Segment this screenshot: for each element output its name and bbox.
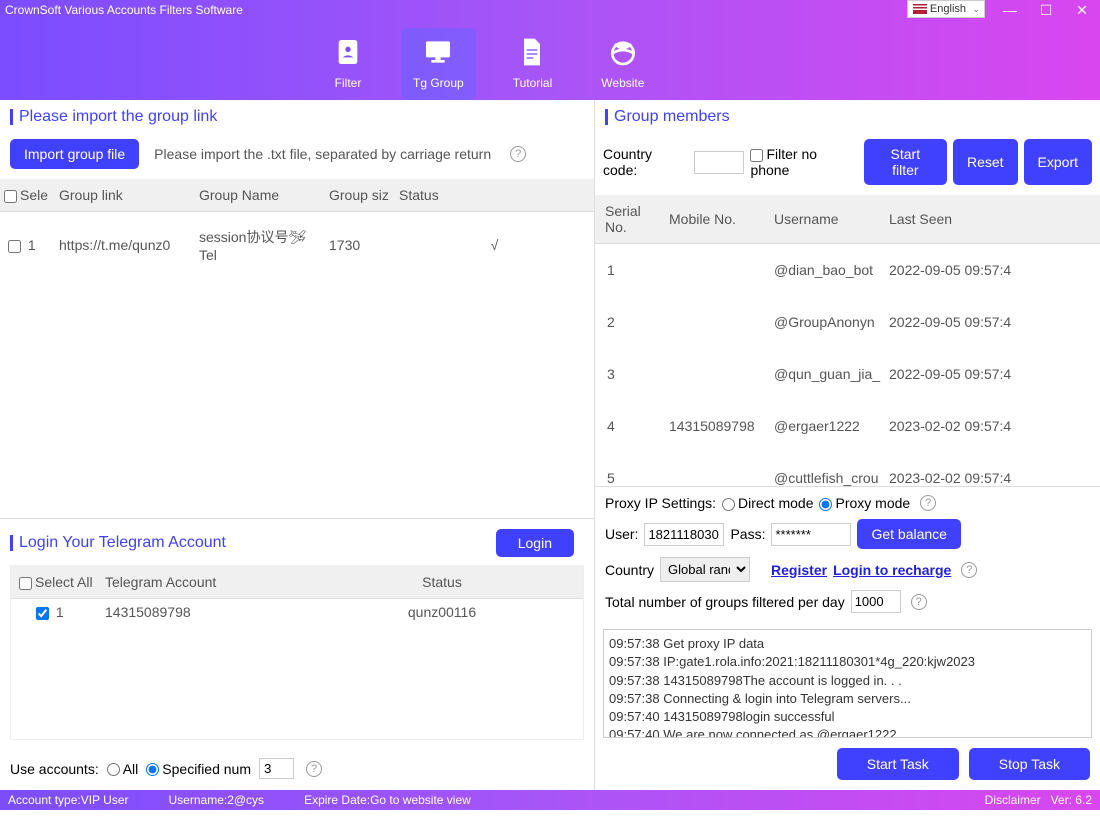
table-row[interactable]: 3@qun_guan_jia_2022-09-05 09:57:4	[595, 348, 1100, 400]
document-icon	[516, 36, 548, 68]
app-title: CrownSoft Various Accounts Filters Softw…	[5, 3, 243, 17]
radio-direct-mode[interactable]: Direct mode	[722, 495, 813, 511]
filter-no-phone-checkbox[interactable]: Filter no phone	[750, 146, 857, 178]
user-label: User:	[605, 526, 638, 542]
export-button[interactable]: Export	[1024, 139, 1092, 185]
members-section-header: Group members	[595, 100, 1100, 134]
import-hint: Please import the .txt file, separated b…	[154, 146, 491, 162]
select-all-groups-checkbox[interactable]	[4, 190, 17, 203]
log-line: 09:57:38 Get proxy IP data	[609, 635, 1086, 653]
globe-icon	[607, 36, 639, 68]
minimize-button[interactable]: —	[992, 0, 1028, 20]
row-checkbox[interactable]	[8, 240, 21, 253]
chevron-down-icon: ⌄	[972, 4, 980, 15]
reset-button[interactable]: Reset	[953, 139, 1018, 185]
monitor-icon	[422, 36, 454, 68]
row-checkbox[interactable]	[36, 607, 49, 620]
country-code-label: Country code:	[603, 146, 688, 178]
table-row[interactable]: 1 https://t.me/qunz0session协议号🛩Tel1730√	[0, 212, 594, 279]
titlebar: CrownSoft Various Accounts Filters Softw…	[0, 0, 1100, 20]
status-username: Username:2@cys	[169, 793, 265, 807]
pass-label: Pass:	[730, 526, 765, 542]
status-version: Ver: 6.2	[1051, 793, 1092, 807]
log-line: 09:57:38 14315089798The account is logge…	[609, 672, 1086, 690]
contacts-icon	[332, 36, 364, 68]
help-icon[interactable]: ?	[961, 562, 977, 578]
navbar: Filter Tg Group Tutorial Website	[0, 20, 1100, 100]
register-link[interactable]: Register	[771, 562, 827, 578]
country-select[interactable]: Global randc	[660, 557, 750, 582]
status-account-type: Account type:VIP User	[8, 793, 129, 807]
help-icon[interactable]: ?	[911, 594, 927, 610]
log-line: 09:57:40 14315089798login successful	[609, 708, 1086, 726]
get-balance-button[interactable]: Get balance	[857, 519, 961, 549]
login-table: Select All Telegram Account Status 1 143…	[11, 566, 583, 625]
radio-specified[interactable]: Specified num	[146, 761, 251, 777]
status-expire: Expire Date:Go to website view	[304, 793, 471, 807]
country-label: Country	[605, 562, 654, 578]
start-task-button[interactable]: Start Task	[837, 748, 959, 780]
table-row[interactable]: 1 14315089798 qunz00116	[11, 599, 583, 626]
members-table: Serial No. Mobile No. Username Last Seen…	[595, 195, 1100, 487]
language-selector[interactable]: English ⌄	[907, 0, 985, 18]
proxy-user-input[interactable]	[644, 523, 724, 546]
help-icon[interactable]: ?	[510, 146, 526, 162]
status-disclaimer[interactable]: Disclaimer	[985, 793, 1041, 807]
nav-tutorial[interactable]: Tutorial	[501, 28, 565, 100]
nav-website[interactable]: Website	[589, 28, 656, 100]
proxy-settings-label: Proxy IP Settings:	[605, 495, 716, 511]
table-row[interactable]: 1@dian_bao_bot2022-09-05 09:57:4	[595, 244, 1100, 297]
maximize-button[interactable]: ☐	[1028, 0, 1064, 20]
select-all-accounts-checkbox[interactable]	[19, 577, 32, 590]
nav-filter[interactable]: Filter	[320, 28, 376, 100]
table-row[interactable]: 414315089798@ergaer12222023-02-02 09:57:…	[595, 400, 1100, 452]
total-groups-input[interactable]	[851, 590, 901, 613]
log-area: 09:57:38 Get proxy IP data09:57:38 IP:ga…	[603, 629, 1092, 738]
log-line: 09:57:40 We are now connected as @ergaer…	[609, 726, 1086, 738]
window-controls: — ☐ ✕	[992, 0, 1100, 20]
import-group-file-button[interactable]: Import group file	[10, 139, 139, 169]
recharge-link[interactable]: Login to recharge	[833, 562, 951, 578]
log-line: 09:57:38 Connecting & login into Telegra…	[609, 690, 1086, 708]
help-icon[interactable]: ?	[306, 761, 322, 777]
stop-task-button[interactable]: Stop Task	[969, 748, 1090, 780]
use-accounts-label: Use accounts:	[10, 761, 99, 777]
table-row[interactable]: 5@cuttlefish_crou2023-02-02 09:57:4	[595, 452, 1100, 487]
country-code-input[interactable]	[694, 151, 744, 174]
table-row[interactable]: 2@GroupAnonyn2022-09-05 09:57:4	[595, 296, 1100, 348]
login-button[interactable]: Login	[496, 529, 574, 557]
radio-proxy-mode[interactable]: Proxy mode	[819, 495, 910, 511]
group-table: Sele Group link Group Name Group siz Sta…	[0, 179, 594, 278]
help-icon[interactable]: ?	[920, 495, 936, 511]
total-groups-label: Total number of groups filtered per day	[605, 594, 845, 610]
specified-num-input[interactable]	[259, 758, 294, 779]
log-line: 09:57:38 IP:gate1.rola.info:2021:1821118…	[609, 653, 1086, 671]
radio-all[interactable]: All	[107, 761, 139, 777]
start-filter-button[interactable]: Start filter	[864, 139, 947, 185]
import-section-header: Please import the group link	[0, 100, 594, 134]
statusbar: Account type:VIP User Username:2@cys Exp…	[0, 790, 1100, 810]
proxy-pass-input[interactable]	[771, 523, 851, 546]
flag-icon	[913, 4, 927, 14]
close-button[interactable]: ✕	[1064, 0, 1100, 20]
nav-tg-group[interactable]: Tg Group	[401, 28, 476, 100]
login-section-header: Login Your Telegram Account	[10, 534, 226, 552]
